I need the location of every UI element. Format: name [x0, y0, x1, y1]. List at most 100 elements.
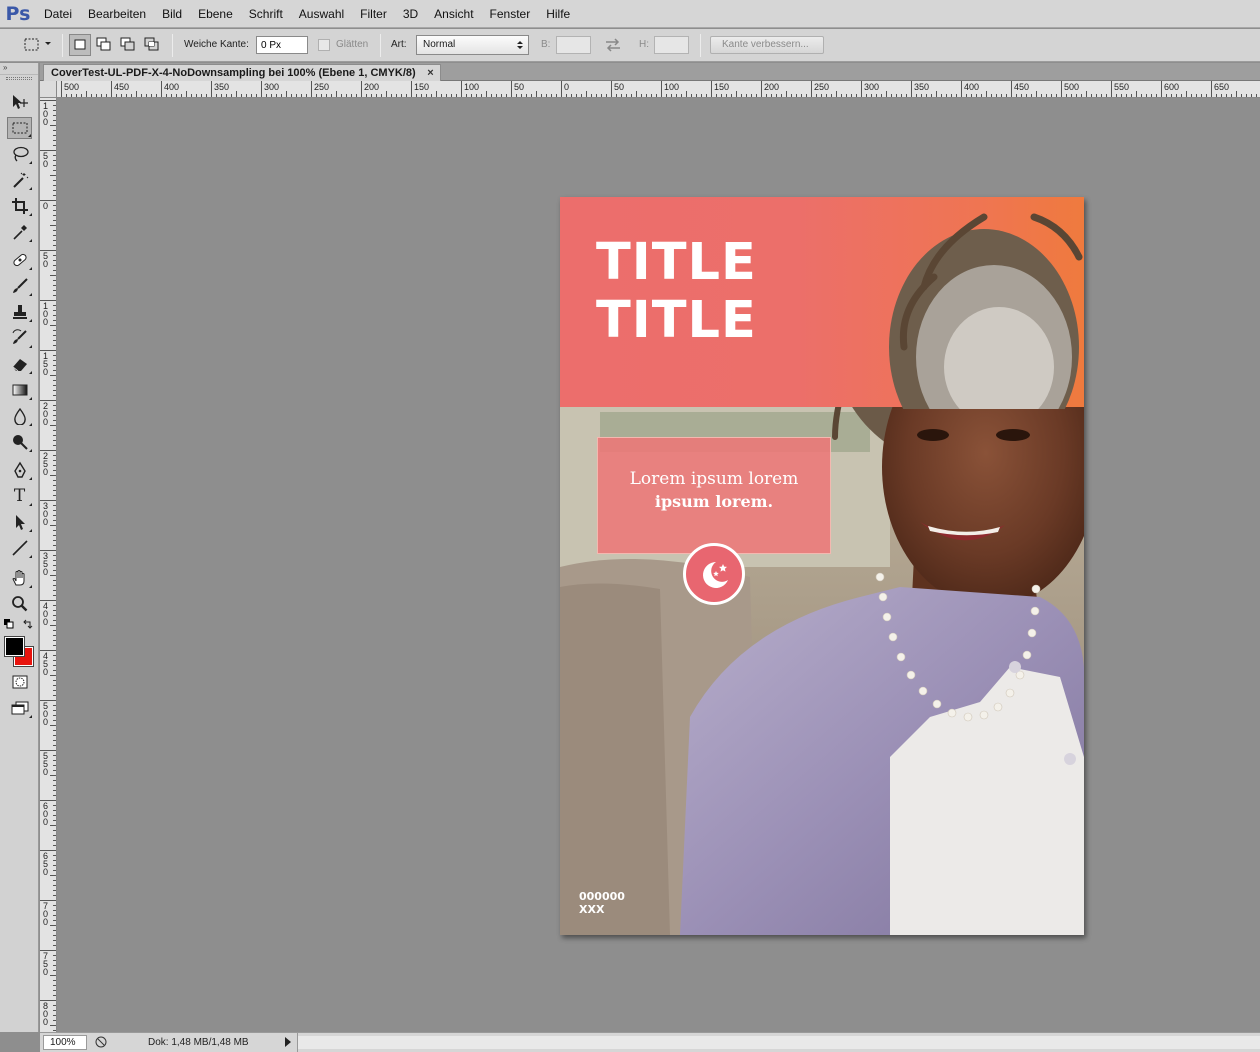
dodge-tool[interactable]: [7, 431, 32, 453]
tool-preset-picker[interactable]: [22, 35, 51, 55]
horizontal-ruler[interactable]: 500 450 400 350 300 250 200 150 100 50 0 50 100 150 20…: [57, 81, 1260, 98]
ruler-label: 0: [43, 817, 48, 827]
eyedropper-icon: [12, 225, 27, 240]
menu-hilfe[interactable]: Hilfe: [538, 0, 578, 28]
toolbox-handle[interactable]: [6, 77, 32, 80]
ruler-label: 0: [43, 617, 48, 627]
menu-auswahl[interactable]: Auswahl: [291, 0, 352, 28]
horizontal-ruler-ticks: 500 450 400 350 300 250 200 150 100 50 0 50 100 150 20…: [61, 81, 1257, 97]
menu-filter[interactable]: Filter: [352, 0, 395, 28]
menu-bearbeiten[interactable]: Bearbeiten: [80, 0, 154, 28]
zoom-level-field[interactable]: 100%: [43, 1035, 87, 1050]
ruler-label: 0: [43, 567, 48, 577]
ruler-label: 0: [564, 82, 569, 92]
new-selection-button[interactable]: [69, 34, 91, 56]
vertical-ruler[interactable]: 1005005010015020025030035040045050055060…: [40, 98, 57, 1032]
add-selection-icon: [96, 37, 111, 51]
menu-3d[interactable]: 3D: [395, 0, 426, 28]
toolbox: » T: [0, 63, 39, 1032]
menu-bar: Ps Datei Bearbeiten Bild Ebene Schrift A…: [0, 0, 1260, 28]
ruler-label: 0: [43, 1017, 48, 1027]
width-input[interactable]: [556, 36, 591, 54]
type-tool[interactable]: T: [7, 485, 32, 507]
path-selection-tool[interactable]: [7, 511, 32, 533]
intersect-selection-icon: [144, 37, 159, 51]
style-select-value: Normal: [423, 39, 456, 50]
style-select[interactable]: Normal: [416, 35, 529, 55]
swap-colors-button[interactable]: [22, 619, 34, 631]
toolbox-grip[interactable]: »: [0, 63, 38, 75]
menu-fenster[interactable]: Fenster: [482, 0, 539, 28]
ruler-label: 200: [364, 82, 379, 92]
document-size-info: Dok: 1,48 MB/1,48 MB: [148, 1037, 249, 1048]
ruler-label: 500: [1064, 82, 1079, 92]
menu-datei[interactable]: Datei: [36, 0, 80, 28]
brush-tool[interactable]: [7, 275, 32, 297]
marquee-tool[interactable]: [7, 117, 32, 139]
feather-input[interactable]: [256, 36, 308, 54]
zoom-tool[interactable]: [7, 593, 32, 615]
horizontal-scrollbar[interactable]: [298, 1036, 1260, 1049]
lasso-tool[interactable]: [7, 143, 32, 165]
swap-dimensions-button[interactable]: [603, 37, 623, 56]
history-brush-tool[interactable]: [7, 327, 32, 349]
hair-overlay-illustration: [889, 213, 1083, 409]
quick-mask-button[interactable]: [7, 671, 32, 693]
photoshop-logo: Ps: [5, 2, 31, 25]
ruler-label: 200: [764, 82, 779, 92]
canvas-area[interactable]: TITLE TITLE Lorem ipsum lorem ipsum lore…: [58, 99, 1260, 1032]
hand-tool[interactable]: [7, 567, 32, 589]
pen-tool[interactable]: [7, 459, 32, 481]
magic-wand-tool[interactable]: [7, 169, 32, 191]
brush-icon: [12, 278, 28, 293]
status-menu-arrow-icon[interactable]: [285, 1037, 291, 1047]
move-tool[interactable]: [7, 91, 32, 113]
default-colors-icon: [4, 619, 14, 629]
lorem-line-2: ipsum lorem.: [654, 492, 774, 511]
menu-schrift[interactable]: Schrift: [241, 0, 291, 28]
refine-edge-button[interactable]: Kante verbessern...: [710, 36, 824, 54]
proof-setup-icon[interactable]: [95, 1036, 107, 1048]
ruler-label: 400: [164, 82, 179, 92]
foreground-color-swatch[interactable]: [4, 636, 25, 657]
menu-ansicht[interactable]: Ansicht: [426, 0, 481, 28]
intersect-selection-button[interactable]: [141, 34, 163, 56]
ruler-label: 0: [43, 417, 48, 427]
antialias-checkbox[interactable]: [318, 39, 330, 51]
magnifier-icon: [11, 596, 27, 612]
screen-mode-button[interactable]: [7, 697, 32, 719]
eyedropper-tool[interactable]: [7, 221, 32, 243]
blur-tool[interactable]: [7, 405, 32, 427]
gradient-tool[interactable]: [7, 379, 32, 401]
menu-bild[interactable]: Bild: [154, 0, 190, 28]
style-label: Art:: [391, 39, 407, 50]
ruler-label: 0: [43, 317, 48, 327]
rectangular-marquee-icon: [12, 122, 27, 134]
ruler-origin[interactable]: [40, 81, 57, 98]
lasso-icon: [12, 146, 29, 162]
ruler-label: 0: [43, 259, 48, 269]
clone-stamp-tool[interactable]: [7, 301, 32, 323]
water-drop-icon: [13, 407, 26, 425]
screen-mode-icon: [11, 701, 28, 715]
status-bar: 100% Dok: 1,48 MB/1,48 MB: [40, 1032, 1260, 1052]
ruler-label: 50: [614, 82, 624, 92]
default-colors-button[interactable]: [4, 619, 14, 629]
document-tab[interactable]: CoverTest-UL-PDF-X-4-NoDownsampling bei …: [43, 64, 441, 81]
document-canvas[interactable]: TITLE TITLE Lorem ipsum lorem ipsum lore…: [560, 197, 1084, 935]
ruler-label: 300: [264, 82, 279, 92]
line-tool[interactable]: [7, 537, 32, 559]
healing-brush-tool[interactable]: [7, 249, 32, 271]
menu-ebene[interactable]: Ebene: [190, 0, 241, 28]
eraser-tool[interactable]: [7, 353, 32, 375]
vertical-ruler-ticks: 1005005010015020025030035040045050055060…: [40, 100, 56, 1031]
ruler-label: 0: [43, 767, 48, 777]
subtract-selection-icon: [120, 37, 135, 51]
ruler-label: 0: [43, 867, 48, 877]
crop-tool[interactable]: [7, 195, 32, 217]
height-input[interactable]: [654, 36, 689, 54]
add-selection-button[interactable]: [93, 34, 115, 56]
subtract-selection-button[interactable]: [117, 34, 139, 56]
close-tab-icon[interactable]: ×: [427, 67, 433, 79]
ruler-label: 650: [1214, 82, 1229, 92]
